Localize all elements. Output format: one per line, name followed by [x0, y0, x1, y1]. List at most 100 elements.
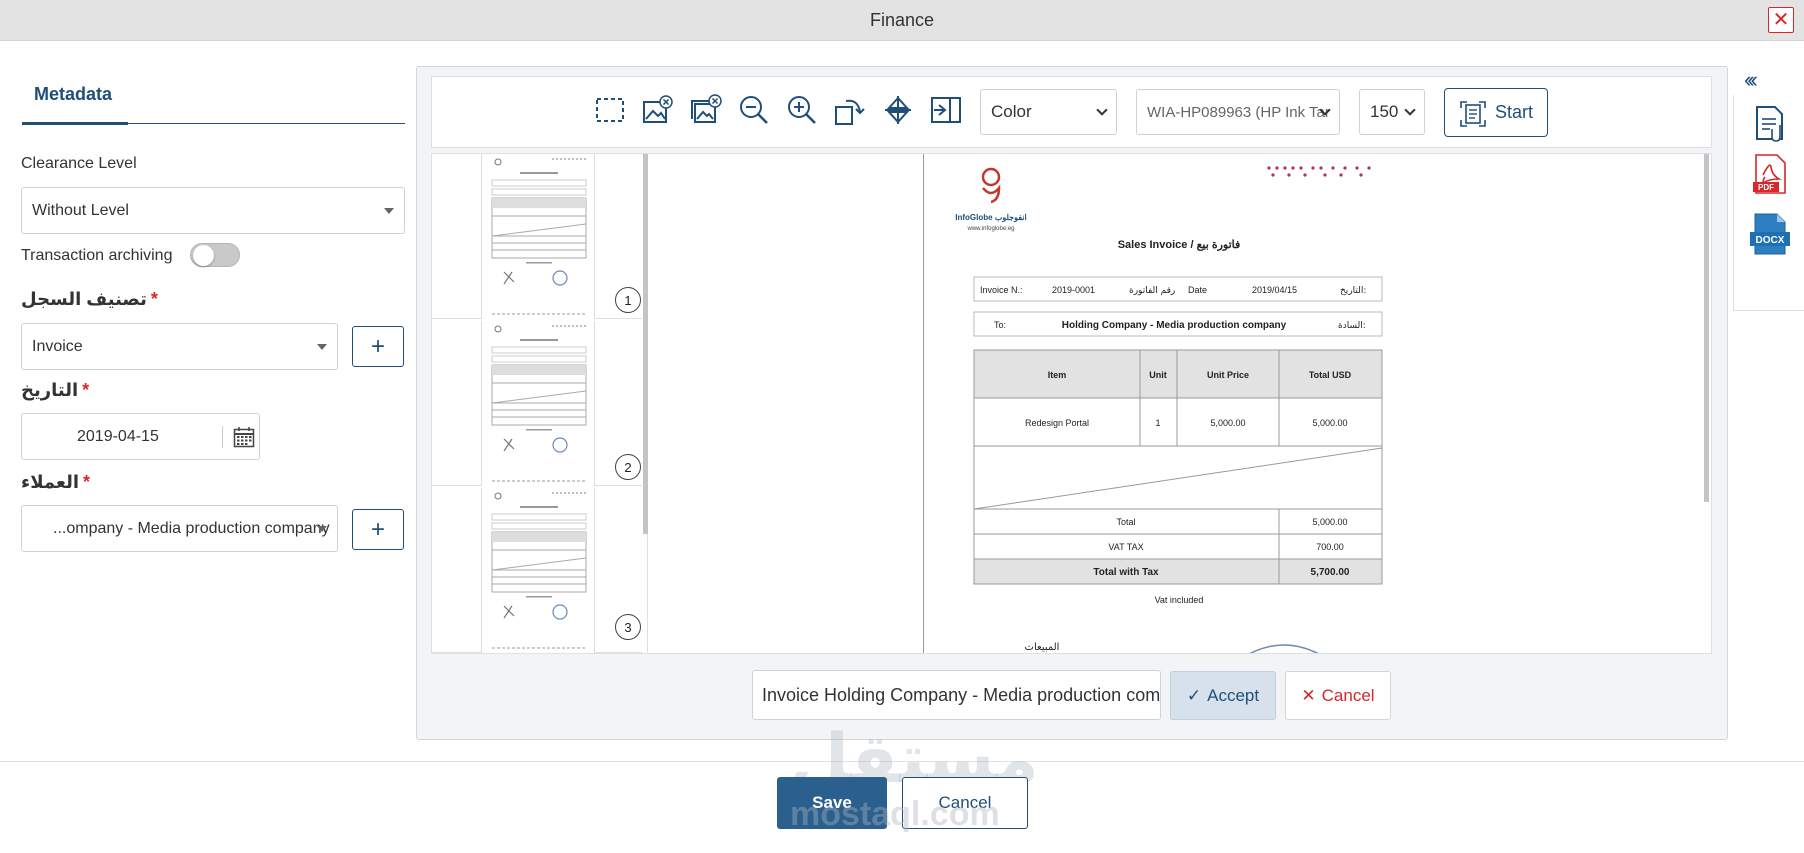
- infoglobe-logo: [981, 167, 1001, 204]
- calendar-icon[interactable]: [233, 426, 255, 448]
- invoice-date-label-ar: التاريخ:: [1340, 286, 1366, 296]
- divider: [222, 426, 223, 448]
- select-area-icon[interactable]: [594, 94, 626, 126]
- header-decoration: [1267, 166, 1371, 177]
- thumbnail-number: 2: [615, 454, 641, 480]
- item-price-cell: 5,000.00: [1210, 418, 1245, 428]
- dpi-value: 150: [1370, 102, 1399, 121]
- document-name-input[interactable]: Invoice Holding Company - Media producti…: [752, 670, 1161, 720]
- rotate-icon[interactable]: [834, 94, 866, 126]
- record-class-value: Invoice: [32, 337, 83, 355]
- attach-document-icon[interactable]: [1754, 105, 1788, 143]
- invoice-number-label: Invoice N.:: [980, 285, 1023, 295]
- date-value: 2019-04-15: [77, 428, 159, 445]
- zoom-in-icon[interactable]: [786, 94, 818, 126]
- chevron-down-icon: [1404, 104, 1416, 116]
- scanned-invoice-page: InfoGlobe انفوجلوب www.infoglobe.eg Sale…: [923, 154, 1413, 653]
- column-header: Unit Price: [1207, 370, 1249, 380]
- clearance-level-select[interactable]: Without Level: [21, 187, 405, 234]
- invoice-date-label: Date: [1188, 285, 1207, 295]
- viewer-scrollbar[interactable]: [1704, 154, 1709, 502]
- logo-website: www.infoglobe.eg: [966, 226, 1014, 232]
- collapse-panel-icon[interactable]: ‹‹‹: [1744, 67, 1758, 93]
- sales-signature-label: المبيعات: [1025, 642, 1060, 653]
- vat-note: Vat included: [1155, 595, 1204, 605]
- logo-text-en: InfoGlobe: [955, 213, 993, 222]
- invoice-number-value: 2019-0001: [1052, 285, 1095, 295]
- flip-horizontal-icon[interactable]: [930, 94, 962, 126]
- thumbnail-strip: 1 2 3: [432, 154, 648, 653]
- add-record-class-button[interactable]: +: [352, 326, 404, 367]
- transaction-archiving-toggle[interactable]: [190, 243, 240, 267]
- accept-button[interactable]: ✓ Accept: [1170, 671, 1276, 720]
- thumbnail-scrollbar[interactable]: [643, 154, 648, 534]
- start-scan-button[interactable]: Start: [1444, 88, 1548, 137]
- plus-icon: +: [370, 332, 385, 360]
- toggle-knob: [193, 245, 214, 266]
- vat-label: VAT TAX: [1108, 542, 1143, 552]
- record-class-label-text: تصنيف السجل: [21, 289, 147, 309]
- scanner-device-value: WIA-HP089963 (HP Ink Tar: [1147, 103, 1330, 121]
- chevron-down-icon: [317, 525, 327, 532]
- record-class-label: تصنيف السجل *: [21, 289, 158, 310]
- item-name-cell: Redesign Portal: [1025, 418, 1089, 428]
- column-header: Total USD: [1309, 370, 1352, 380]
- accept-label: Accept: [1207, 685, 1260, 705]
- clearance-level-value: Without Level: [32, 201, 129, 219]
- clients-label-text: العملاء: [21, 472, 80, 492]
- tab-metadata-label: Metadata: [34, 84, 113, 104]
- recipient-label-ar: السادة:: [1338, 321, 1366, 331]
- close-icon: ✕: [1772, 9, 1790, 31]
- watermark-latin: mostaql.com: [790, 795, 1000, 833]
- invoice-document: InfoGlobe انفوجلوب www.infoglobe.eg Sale…: [955, 166, 1383, 653]
- invoice-thumbnail-image: [491, 492, 587, 649]
- cancel-name-label: Cancel: [1321, 685, 1375, 705]
- item-total-cell: 5,000.00: [1312, 418, 1347, 428]
- date-label-text: التاريخ: [21, 380, 79, 400]
- thumbnail-image: [481, 154, 595, 319]
- zoom-out-icon[interactable]: [738, 94, 770, 126]
- date-label: التاريخ *: [21, 380, 89, 401]
- docx-icon[interactable]: DOCX: [1749, 212, 1791, 256]
- docx-icon-label: DOCX: [1756, 235, 1785, 246]
- recipient-label: To:: [994, 320, 1006, 330]
- scanner-device-select[interactable]: WIA-HP089963 (HP Ink Tar: [1136, 89, 1340, 135]
- close-button[interactable]: ✕: [1768, 7, 1794, 33]
- invoice-date-value: 2019/04/15: [1252, 285, 1297, 295]
- tab-metadata[interactable]: Metadata: [22, 82, 405, 125]
- logo-text: InfoGlobe انفوجلوب: [955, 213, 1026, 223]
- chevron-down-icon: [317, 343, 327, 350]
- tab-active-indicator: [22, 122, 128, 125]
- thumbnail-page[interactable]: 2: [432, 321, 642, 486]
- column-header: Item: [1048, 370, 1067, 380]
- dpi-select[interactable]: 150: [1359, 89, 1425, 135]
- required-mark: *: [83, 472, 91, 492]
- pdf-icon[interactable]: PDF: [1751, 153, 1789, 195]
- flip-vertical-icon[interactable]: [882, 94, 914, 126]
- thumbnail-page[interactable]: 3: [432, 488, 642, 653]
- record-class-select[interactable]: Invoice: [21, 323, 338, 370]
- add-client-button[interactable]: +: [352, 509, 404, 550]
- check-icon: ✓: [1186, 685, 1202, 705]
- window-title: Finance: [869, 10, 935, 30]
- delete-all-images-icon[interactable]: [690, 94, 722, 126]
- thumbnail-image: [481, 321, 595, 486]
- grand-total-value: 5,700.00: [1311, 567, 1350, 578]
- delete-image-icon[interactable]: [642, 94, 674, 126]
- invoice-title: Sales Invoice / فاتورة بيع: [1118, 239, 1241, 251]
- document-viewer: 1 2 3 InfoGlobe انفوجلوب www.infoglobe.e…: [431, 153, 1712, 654]
- cancel-name-button[interactable]: ✕ Cancel: [1285, 671, 1391, 720]
- invoice-number-label-ar: رقم الفاتورة: [1129, 286, 1175, 296]
- clients-select[interactable]: ...ompany - Media production company: [21, 505, 338, 552]
- invoice-thumbnail-image: [491, 158, 587, 315]
- total-value: 5,000.00: [1312, 517, 1347, 527]
- scan-document-icon: [1460, 101, 1486, 127]
- thumbnail-page[interactable]: 1: [432, 154, 642, 319]
- chevron-down-icon: [384, 207, 394, 214]
- grand-total-label: Total with Tax: [1093, 567, 1159, 578]
- date-input[interactable]: 2019-04-15: [21, 413, 260, 460]
- color-mode-select[interactable]: Color: [980, 89, 1117, 135]
- chevron-down-icon: [1096, 104, 1108, 116]
- document-name-value: Invoice Holding Company - Media producti…: [762, 684, 1161, 705]
- vat-value: 700.00: [1316, 542, 1344, 552]
